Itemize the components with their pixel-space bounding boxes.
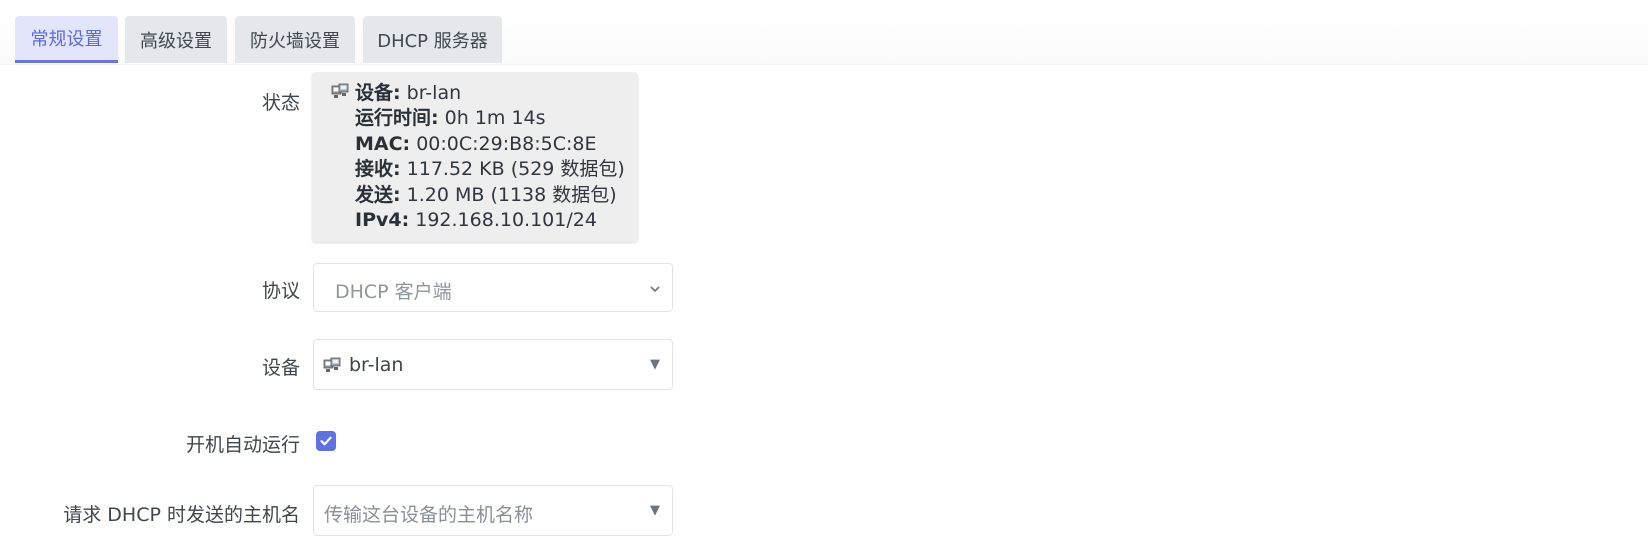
status-value: 117.52 KB (529 数据包)	[400, 158, 625, 181]
autostart-checkbox[interactable]	[316, 431, 336, 451]
status-line-ipv4: IPv4: 192.168.10.101/24	[355, 208, 625, 233]
tab-advanced-settings[interactable]: 高级设置	[125, 16, 227, 63]
device-selected-value: br-lan	[349, 354, 404, 376]
protocol-selected-value: DHCP 客户端	[335, 281, 452, 303]
tab-label: 防火墙设置	[250, 30, 340, 52]
tab-label: 常规设置	[30, 29, 103, 50]
ethernet-device-icon	[323, 357, 341, 372]
status-value: 00:0C:29:B8:5C:8E	[410, 132, 597, 155]
status-value: 1.20 MB (1138 数据包)	[400, 183, 617, 206]
tab-firewall-settings[interactable]: 防火墙设置	[235, 16, 355, 63]
status-card: 设备: br-lan 运行时间: 0h 1m 14s MAC: 00:0C:29…	[312, 72, 638, 242]
device-select[interactable]: br-lan ▼	[313, 339, 673, 390]
status-label: 状态	[261, 92, 300, 114]
ethernet-device-icon	[331, 83, 349, 98]
hostname-select[interactable]: 传输这台设备的主机名称 ▼	[313, 485, 673, 536]
status-line-rx: 接收: 117.52 KB (529 数据包)	[355, 157, 625, 182]
status-key: IPv4:	[355, 209, 410, 232]
chevron-down-icon	[650, 286, 660, 293]
hostname-placeholder: 传输这台设备的主机名称	[324, 504, 534, 526]
status-value: br-lan	[400, 82, 462, 104]
status-line-device: 设备: br-lan	[355, 81, 625, 106]
status-key: 运行时间:	[355, 107, 439, 130]
status-line-uptime: 运行时间: 0h 1m 14s	[355, 106, 625, 131]
status-line-mac: MAC: 00:0C:29:B8:5C:8E	[355, 132, 625, 157]
caret-down-icon: ▼	[650, 503, 660, 518]
autostart-label: 开机自动运行	[185, 434, 300, 456]
protocol-label: 协议	[261, 280, 300, 302]
status-key: MAC:	[355, 132, 411, 155]
status-value: 192.168.10.101/24	[409, 209, 597, 232]
device-label: 设备	[261, 357, 300, 379]
tab-dhcp-server[interactable]: DHCP 服务器	[363, 16, 502, 63]
tab-general-settings[interactable]: 常规设置	[15, 16, 118, 63]
tab-bar: 常规设置 高级设置 防火墙设置 DHCP 服务器	[0, 0, 1648, 65]
tab-label: DHCP 服务器	[377, 30, 488, 52]
status-line-tx: 发送: 1.20 MB (1138 数据包)	[355, 183, 625, 208]
tab-label: 高级设置	[140, 30, 212, 52]
checkmark-icon	[320, 436, 332, 446]
status-key: 接收:	[355, 158, 401, 181]
status-details: 设备: br-lan 运行时间: 0h 1m 14s MAC: 00:0C:29…	[355, 81, 625, 233]
status-value: 0h 1m 14s	[438, 107, 546, 130]
status-key: 发送:	[355, 183, 401, 206]
hostname-label: 请求 DHCP 时发送的主机名	[63, 504, 300, 526]
caret-down-icon: ▼	[650, 357, 660, 372]
status-key: 设备:	[355, 82, 401, 104]
interface-edit-page: 常规设置 高级设置 防火墙设置 DHCP 服务器 状态 设备: br-lan 运…	[0, 0, 1648, 543]
protocol-select[interactable]: DHCP 客户端	[313, 263, 673, 312]
